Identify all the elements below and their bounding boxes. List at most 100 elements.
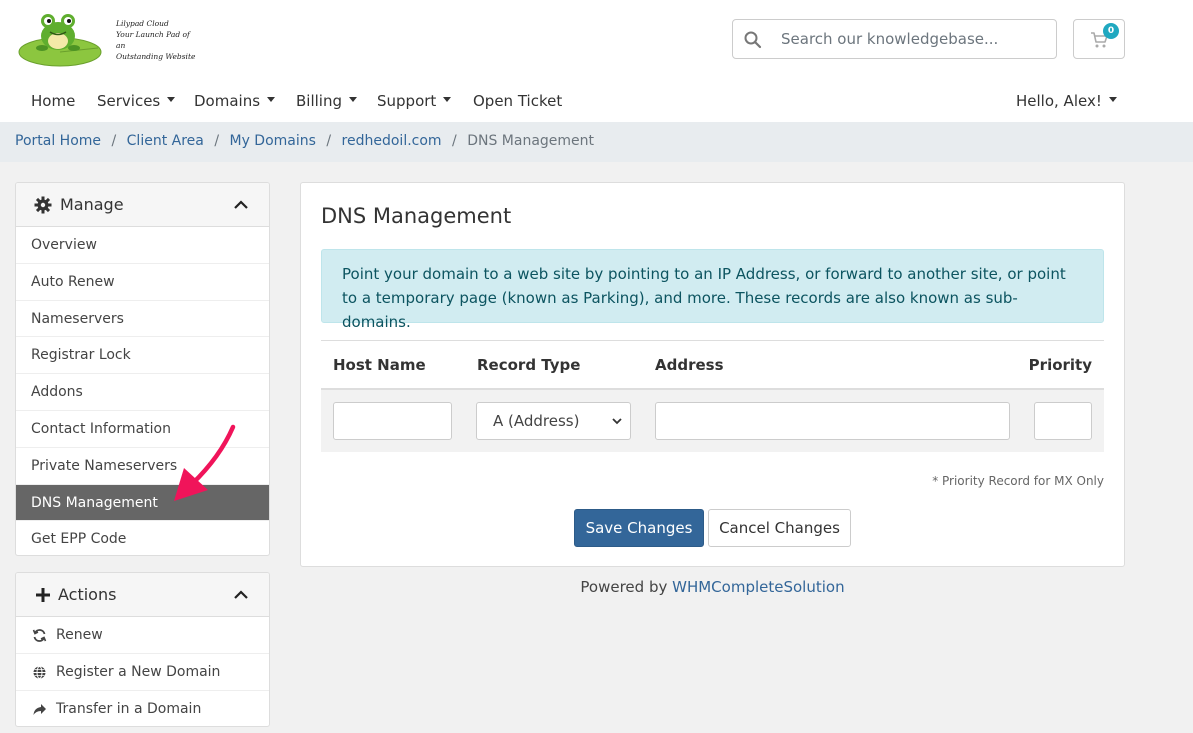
plus-icon <box>36 588 50 602</box>
manage-panel-title: Manage <box>60 195 124 214</box>
actions-panel-header[interactable]: Actions <box>16 573 269 617</box>
column-header-address: Address <box>655 356 724 374</box>
chevron-up-icon[interactable] <box>233 197 249 213</box>
sidebar-item-nameservers[interactable]: Nameservers <box>16 301 269 338</box>
refresh-icon <box>32 629 47 642</box>
sidebar-item-label: DNS Management <box>31 494 158 511</box>
breadcrumb-separator: / <box>111 133 117 149</box>
footer: Powered by WHMCompleteSolution <box>300 578 1125 596</box>
sidebar-item-renew[interactable]: Renew <box>16 617 269 654</box>
caret-down-icon <box>443 97 452 102</box>
logo-line-1: Lilypad Cloud <box>116 19 169 28</box>
site-logo[interactable]: Lilypad Cloud Your Launch Pad of an Outs… <box>18 8 195 70</box>
sidebar-item-label: Registrar Lock <box>31 347 131 364</box>
breadcrumb-client-area[interactable]: Client Area <box>127 133 204 149</box>
priority-note: * Priority Record for MX Only <box>932 474 1104 488</box>
footer-prefix: Powered by <box>580 578 673 596</box>
table-header-row: Host Name Record Type Address Priority <box>321 340 1104 390</box>
sidebar-item-label: Renew <box>56 627 103 643</box>
user-greeting: Hello, Alex! <box>1016 92 1102 110</box>
breadcrumb-portal-home[interactable]: Portal Home <box>15 133 101 149</box>
dns-management-card: DNS Management Point your domain to a we… <box>300 182 1125 567</box>
priority-input[interactable] <box>1034 402 1092 440</box>
sidebar-item-addons[interactable]: Addons <box>16 374 269 411</box>
address-input[interactable] <box>655 402 1010 440</box>
nav-billing[interactable]: Billing <box>296 92 357 110</box>
nav-open-ticket[interactable]: Open Ticket <box>473 92 562 110</box>
sidebar-item-transfer-domain[interactable]: Transfer in a Domain <box>16 691 269 726</box>
nav-support[interactable]: Support <box>377 92 452 110</box>
dns-records-table: Host Name Record Type Address Priority A… <box>321 340 1104 452</box>
sidebar-item-label: Nameservers <box>31 310 124 327</box>
sidebar-item-label: Contact Information <box>31 420 171 437</box>
record-type-selected-value: A (Address) <box>493 412 580 430</box>
column-header-host-name: Host Name <box>333 356 426 374</box>
logo-line-3: Outstanding Website <box>116 52 196 61</box>
breadcrumb-my-domains[interactable]: My Domains <box>229 133 315 149</box>
cart-count-badge: 0 <box>1103 23 1119 39</box>
nav-services-label: Services <box>97 92 161 110</box>
sidebar-item-contact-information[interactable]: Contact Information <box>16 411 269 448</box>
host-name-input[interactable] <box>333 402 452 440</box>
sidebar-item-registrar-lock[interactable]: Registrar Lock <box>16 337 269 375</box>
user-menu[interactable]: Hello, Alex! <box>1016 92 1117 110</box>
manage-panel: Manage Overview Auto Renew Nameservers R… <box>15 182 270 556</box>
breadcrumb-separator: / <box>452 133 457 149</box>
column-header-priority: Priority <box>1028 356 1092 374</box>
knowledgebase-search <box>732 19 1057 59</box>
breadcrumb-separator: / <box>214 133 220 149</box>
actions-panel-title: Actions <box>58 585 117 604</box>
chevron-up-icon[interactable] <box>233 587 249 603</box>
manage-panel-header[interactable]: Manage <box>16 183 269 227</box>
sidebar-item-get-epp-code[interactable]: Get EPP Code <box>16 521 269 555</box>
site-header: Lilypad Cloud Your Launch Pad of an Outs… <box>0 0 1193 122</box>
logo-tagline: Lilypad Cloud Your Launch Pad of an Outs… <box>116 18 196 62</box>
cart-button[interactable]: 0 <box>1073 19 1125 59</box>
nav-support-label: Support <box>377 92 437 110</box>
sidebar-item-label: Overview <box>31 237 97 253</box>
save-changes-button[interactable]: Save Changes <box>574 509 704 547</box>
column-header-record-type: Record Type <box>477 356 581 374</box>
sidebar-item-label: Private Nameservers <box>31 457 178 474</box>
sidebar-item-label: Auto Renew <box>31 273 115 290</box>
nav-home[interactable]: Home <box>31 92 75 110</box>
breadcrumb: Portal Home / Client Area / My Domains /… <box>0 122 1193 162</box>
nav-home-label: Home <box>31 92 76 110</box>
gear-icon <box>34 196 52 214</box>
footer-link[interactable]: WHMCompleteSolution <box>672 578 844 596</box>
globe-icon <box>33 665 46 679</box>
breadcrumb-separator: / <box>326 133 332 149</box>
sidebar-item-label: Get EPP Code <box>31 531 127 548</box>
breadcrumb-domain[interactable]: redhedoil.com <box>342 133 442 149</box>
search-icon[interactable] <box>743 30 763 50</box>
table-row: A (Address) <box>321 390 1104 452</box>
caret-down-icon <box>349 97 357 102</box>
caret-down-icon <box>267 97 276 102</box>
nav-domains-label: Domains <box>194 92 261 110</box>
breadcrumb-current: DNS Management <box>467 133 595 149</box>
actions-panel: Actions Renew Register a New Domain Tran… <box>15 572 270 727</box>
share-arrow-icon <box>33 703 46 715</box>
caret-down-icon <box>1108 97 1117 102</box>
nav-billing-label: Billing <box>296 92 342 110</box>
nav-open-ticket-label: Open Ticket <box>473 92 563 110</box>
chevron-down-icon <box>612 418 622 425</box>
sidebar-item-auto-renew[interactable]: Auto Renew <box>16 264 269 301</box>
sidebar-item-label: Register a New Domain <box>56 663 221 680</box>
sidebar-item-label: Addons <box>31 384 83 401</box>
search-input[interactable] <box>781 20 1051 58</box>
nav-domains[interactable]: Domains <box>194 92 276 110</box>
record-type-select[interactable]: A (Address) <box>476 402 631 440</box>
info-alert: Point your domain to a web site by point… <box>321 249 1104 331</box>
sidebar-item-private-nameservers[interactable]: Private Nameservers <box>16 448 269 485</box>
cancel-changes-button[interactable]: Cancel Changes <box>708 509 851 547</box>
sidebar-item-label: Transfer in a Domain <box>56 700 202 717</box>
caret-down-icon <box>167 97 176 102</box>
sidebar-item-dns-management[interactable]: DNS Management <box>16 484 269 522</box>
nav-services[interactable]: Services <box>97 92 176 110</box>
logo-line-2: Your Launch Pad of an <box>116 30 190 50</box>
sidebar-item-overview[interactable]: Overview <box>16 227 269 264</box>
page-title: DNS Management <box>321 204 512 228</box>
main-nav: Home Services Domains Billing Support Op… <box>0 84 1193 122</box>
sidebar-item-register-domain[interactable]: Register a New Domain <box>16 654 269 691</box>
